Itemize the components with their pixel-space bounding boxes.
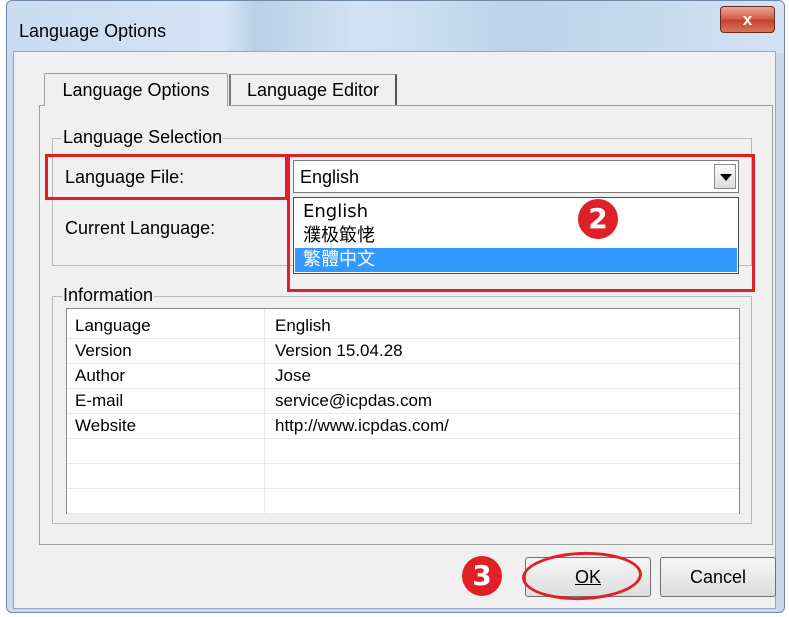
info-key: Version <box>75 341 132 360</box>
info-value: Jose <box>275 366 311 385</box>
info-row: Website http://www.icpdas.com/ <box>67 414 739 439</box>
tab-language-options[interactable]: Language Options <box>44 73 228 106</box>
info-row: Language English <box>67 314 739 339</box>
info-key: Author <box>75 366 126 385</box>
info-row: Version Version 15.04.28 <box>67 339 739 364</box>
info-row-empty <box>67 489 739 514</box>
info-row-empty <box>67 439 739 464</box>
current-language-label: Current Language: <box>65 218 216 238</box>
tab-language-editor[interactable]: Language Editor <box>229 74 397 105</box>
info-row-empty <box>67 464 739 489</box>
information-legend: Information <box>62 285 155 306</box>
annotation-highlight-dropdown <box>287 154 755 292</box>
info-key: E-mail <box>75 391 124 410</box>
title-bar[interactable]: Language Options x <box>7 1 784 53</box>
step-3-badge: 3 <box>462 556 502 596</box>
info-value: English <box>275 316 331 335</box>
info-value: http://www.icpdas.com/ <box>275 416 449 435</box>
info-value: Version 15.04.28 <box>275 341 403 360</box>
information-list[interactable]: Language English Version Version 15.04.2… <box>66 308 740 514</box>
annotation-highlight-file-label <box>45 154 288 200</box>
info-key: Language <box>75 316 151 335</box>
info-value: service@icpdas.com <box>275 391 433 410</box>
close-button[interactable]: x <box>720 6 775 33</box>
cancel-button[interactable]: Cancel <box>660 557 776 597</box>
info-key: Website <box>75 416 137 435</box>
annotation-highlight-top <box>287 154 755 157</box>
info-row: E-mail service@icpdas.com <box>67 389 739 414</box>
language-selection-legend: Language Selection <box>62 127 224 148</box>
close-icon: x <box>742 10 753 29</box>
info-row: Author Jose <box>67 364 739 389</box>
cancel-button-label: Cancel <box>689 567 747 587</box>
step-2-badge: 2 <box>578 199 618 239</box>
window-title: Language Options <box>19 21 167 41</box>
